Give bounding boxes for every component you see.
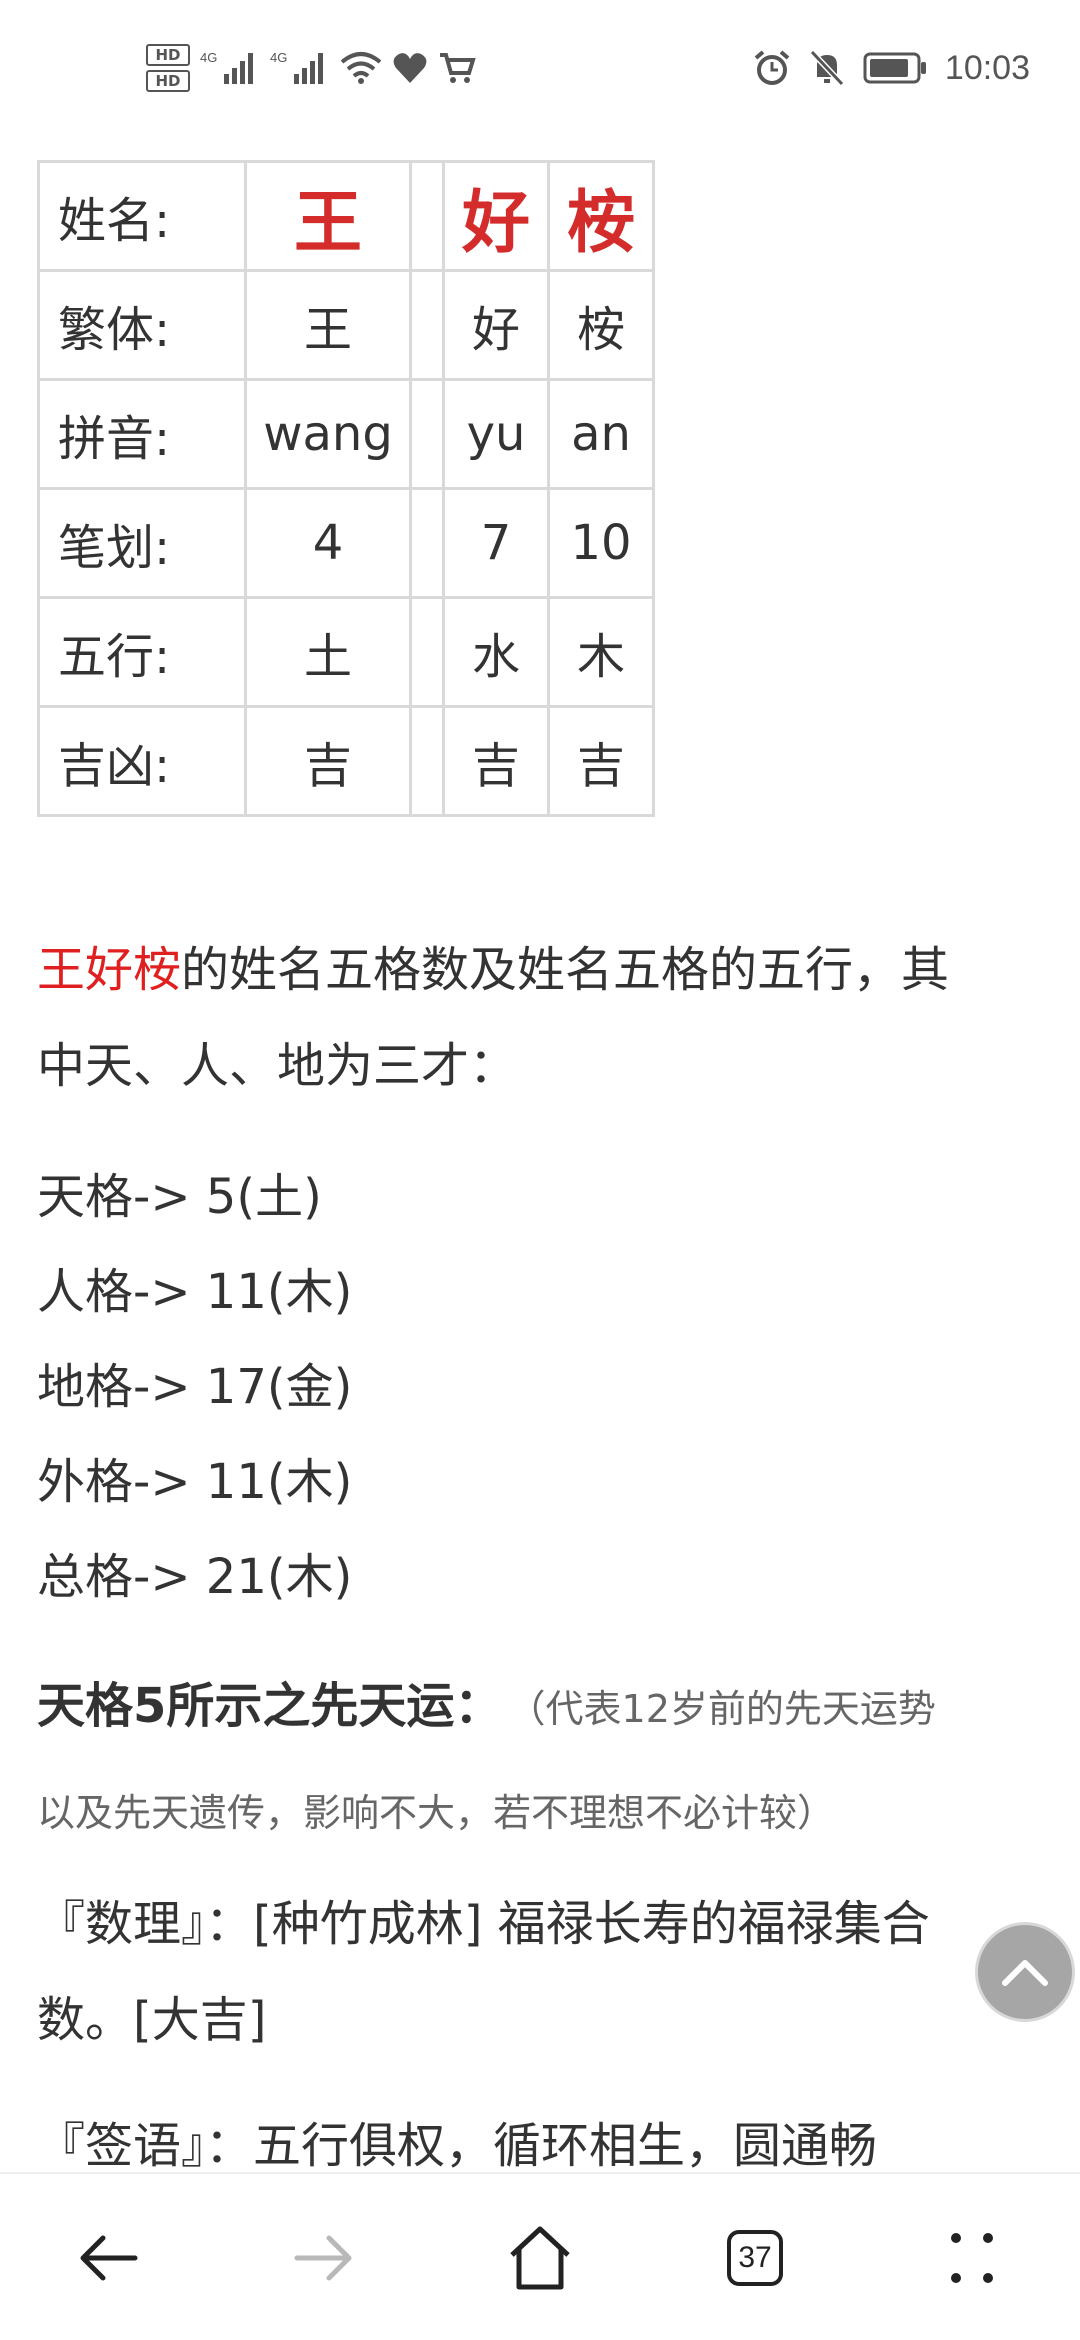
- table-cell: 好: [442, 269, 550, 381]
- table-row: 笔划: 4 7 10: [37, 487, 655, 599]
- signal-icon: 4G: [200, 50, 253, 84]
- table-cell-empty: [409, 705, 445, 817]
- status-left: HD HD 4G 4G: [146, 38, 476, 98]
- menu-icon: [951, 2233, 993, 2283]
- shuli-line1: 『数理』：[种竹成林] 福禄长寿的福禄集合: [37, 1896, 930, 1952]
- back-button[interactable]: [38, 2174, 178, 2340]
- hd-indicators: HD HD: [146, 44, 190, 92]
- list-item: 外格-> 11(木): [37, 1454, 353, 1510]
- table-cell: 吉: [244, 705, 412, 817]
- table-cell-empty: [409, 160, 445, 272]
- row-label: 吉凶:: [37, 705, 247, 817]
- shuli-paragraph: 『数理』：[种竹成林] 福禄长寿的福禄集合 数。[大吉]: [37, 1876, 1047, 2068]
- table-cell-empty: [409, 269, 445, 381]
- browser-page: HD HD 4G 4G 10:03 姓名: 王 好 桉 繁体: 王 好 桉 拼音…: [0, 0, 1080, 2340]
- qianyu-line1: 『签语』：五行俱权，循环相生，圆通畅: [37, 2118, 878, 2174]
- hd-badge-2: HD: [146, 70, 190, 92]
- hd-badge-1: HD: [146, 44, 190, 66]
- home-icon: [510, 2226, 570, 2290]
- tabs-button[interactable]: 37: [685, 2174, 825, 2340]
- table-cell: 吉: [442, 705, 550, 817]
- row-label: 笔划:: [37, 487, 247, 599]
- table-row: 五行: 土 水 木: [37, 596, 655, 708]
- scroll-top-icon: [1002, 1960, 1048, 1986]
- table-row: 繁体: 王 好 桉: [37, 269, 655, 381]
- list-item: 地格-> 17(金): [37, 1359, 353, 1415]
- section-note-line2: 以及先天遗传，影响不大，若不理想不必计较）: [37, 1791, 836, 1835]
- svg-text:4G: 4G: [200, 50, 217, 65]
- table-cell-empty: [409, 378, 445, 490]
- svg-text:4G: 4G: [270, 50, 287, 65]
- battery-icon: [863, 52, 926, 84]
- signal-icon-2: 4G: [270, 50, 323, 84]
- tabs-icon: 37: [727, 2230, 783, 2286]
- table-cell: 好: [442, 160, 550, 272]
- clock-time: 10:03: [944, 48, 1030, 87]
- section-note-line1: （代表12岁前的先天运势: [507, 1687, 936, 1731]
- intro-text-line1: 的姓名五格数及姓名五格的五行，其: [181, 942, 950, 998]
- status-right: 10:03: [753, 38, 1030, 98]
- heart-icon: [393, 53, 427, 83]
- table-cell: 桉: [547, 269, 655, 381]
- table-cell: 木: [547, 596, 655, 708]
- table-cell: an: [547, 378, 655, 490]
- back-icon: [80, 2235, 138, 2281]
- table-cell: 王: [244, 160, 412, 272]
- list-item: 人格-> 11(木): [37, 1264, 353, 1320]
- scroll-top-button[interactable]: [975, 1922, 1075, 2022]
- table-cell: 桉: [547, 160, 655, 272]
- intro-paragraph: 王好桉的姓名五格数及姓名五格的五行，其 中天、人、地为三才：: [37, 922, 1047, 1114]
- table-cell: 吉: [547, 705, 655, 817]
- status-bar: HD HD 4G 4G 10:03: [0, 0, 1080, 130]
- row-label: 繁体:: [37, 269, 247, 381]
- table-row: 吉凶: 吉 吉 吉: [37, 705, 655, 817]
- wifi-icon: [340, 52, 382, 84]
- forward-button[interactable]: [254, 2174, 394, 2340]
- name-info-table: 姓名: 王 好 桉 繁体: 王 好 桉 拼音: wang yu an 笔划: 4…: [37, 160, 655, 817]
- table-cell-empty: [409, 487, 445, 599]
- home-button[interactable]: [470, 2174, 610, 2340]
- table-cell: 10: [547, 487, 655, 599]
- table-cell: 王: [244, 269, 412, 381]
- section-title: 天格5所示之先天运: [37, 1678, 455, 1734]
- menu-button[interactable]: [902, 2174, 1042, 2340]
- table-cell: 4: [244, 487, 412, 599]
- row-label: 姓名:: [37, 160, 247, 272]
- alarm-icon: [754, 50, 790, 85]
- list-item: 天格-> 5(土): [37, 1169, 322, 1225]
- forward-icon: [294, 2235, 352, 2281]
- mute-icon: [809, 49, 845, 87]
- bottom-navigation-bar: 37: [0, 2172, 1080, 2340]
- row-label: 五行:: [37, 596, 247, 708]
- table-cell: 7: [442, 487, 550, 599]
- table-cell: 水: [442, 596, 550, 708]
- cart-icon: [440, 53, 476, 83]
- sky-grid-section: 天格5所示之先天运： （代表12岁前的先天运势 以及先天遗传，影响不大，若不理想…: [37, 1658, 1047, 1869]
- table-cell: yu: [442, 378, 550, 490]
- table-row: 姓名: 王 好 桉: [37, 160, 655, 272]
- shuli-line2: 数。[大吉]: [37, 1992, 267, 2048]
- row-label: 拼音:: [37, 378, 247, 490]
- highlighted-name: 王好桉: [37, 942, 182, 998]
- section-colon: ：: [454, 1678, 503, 1734]
- list-item: 总格-> 21(木): [37, 1549, 353, 1605]
- table-cell: 土: [244, 596, 412, 708]
- table-cell: wang: [244, 378, 412, 490]
- five-grids-list: 天格-> 5(土) 人格-> 11(木) 地格-> 17(金) 外格-> 11(…: [37, 1150, 352, 1625]
- table-row: 拼音: wang yu an: [37, 378, 655, 490]
- table-cell-empty: [409, 596, 445, 708]
- intro-text-line2: 中天、人、地为三才：: [37, 1038, 518, 1094]
